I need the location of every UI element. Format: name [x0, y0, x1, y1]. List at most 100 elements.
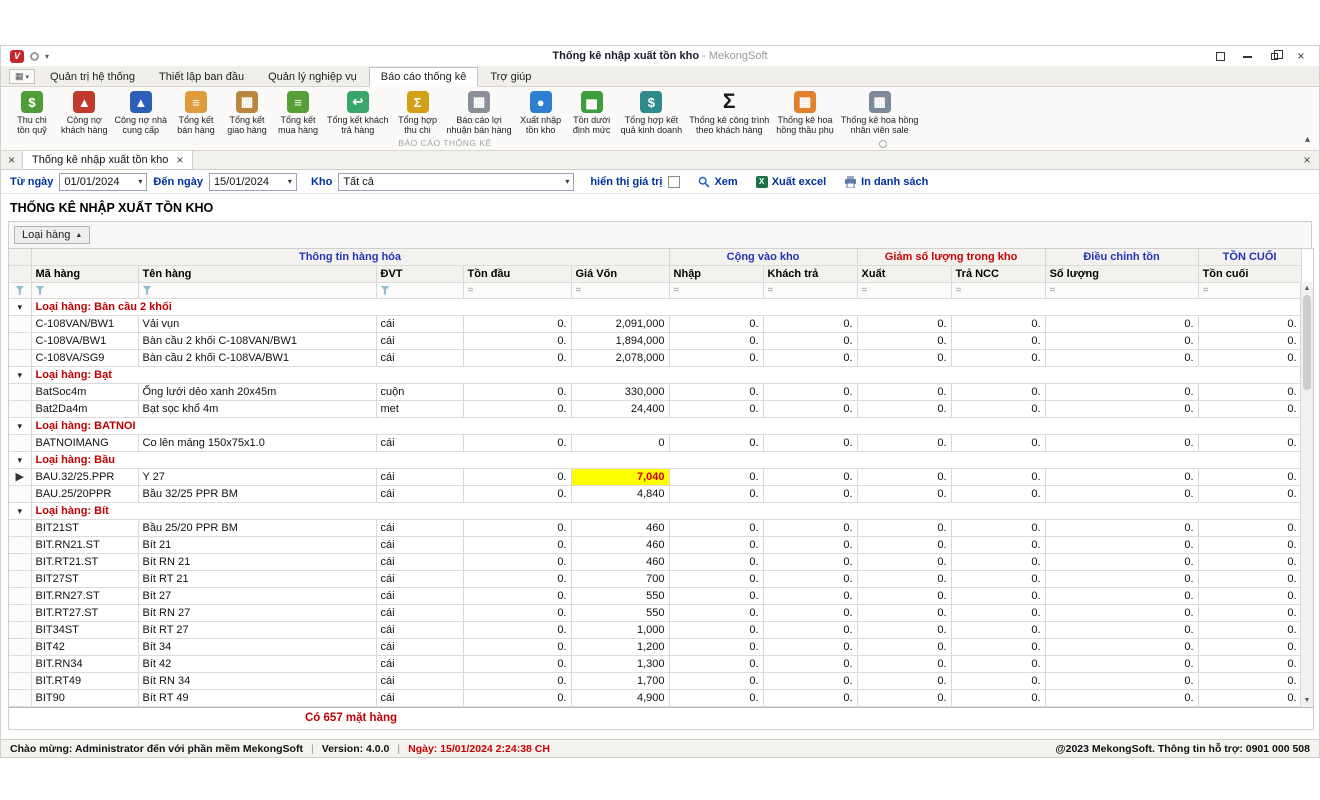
cell-unit[interactable]: cái [376, 434, 463, 451]
cell-name[interactable]: Bàn cầu 2 khối C-108VA/BW1 [138, 349, 376, 366]
cell-so_luong[interactable]: 0. [1045, 400, 1198, 417]
cell-tra_ncc[interactable]: 0. [951, 434, 1045, 451]
cell-xuat[interactable]: 0. [857, 587, 951, 604]
cell-ton_dau[interactable]: 0. [463, 638, 571, 655]
cell-code[interactable]: C-108VAN/BW1 [31, 315, 138, 332]
cell-nhap[interactable]: 0. [669, 400, 763, 417]
cell-ton_dau[interactable]: 0. [463, 315, 571, 332]
cell-so_luong[interactable]: 0. [1045, 621, 1198, 638]
cell-name[interactable]: Y 27 [138, 468, 376, 485]
cell-so_luong[interactable]: 0. [1045, 689, 1198, 706]
tabbar-close-icon[interactable]: × [1295, 151, 1319, 169]
cell-ton_cuoi[interactable]: 0. [1198, 536, 1301, 553]
cell-khach_tra[interactable]: 0. [763, 332, 857, 349]
cell-unit[interactable]: cái [376, 485, 463, 502]
cell-xuat[interactable]: 0. [857, 672, 951, 689]
cell-tra_ncc[interactable]: 0. [951, 672, 1045, 689]
ribbon-tab-4[interactable]: Báo cáo thống kê [369, 67, 479, 87]
cell-ton_dau[interactable]: 0. [463, 672, 571, 689]
cell-nhap[interactable]: 0. [669, 604, 763, 621]
cell-gia_von[interactable]: 2,091,000 [571, 315, 669, 332]
close-button[interactable]: × [1295, 50, 1307, 62]
cell-ton_dau[interactable]: 0. [463, 570, 571, 587]
cell-code[interactable]: BIT27ST [31, 570, 138, 587]
group-row[interactable]: ▾Loại hàng: Bầu [9, 451, 1301, 468]
cell-unit[interactable]: cái [376, 332, 463, 349]
cell-tra_ncc[interactable]: 0. [951, 655, 1045, 672]
cell-khach_tra[interactable]: 0. [763, 604, 857, 621]
cell-tra_ncc[interactable]: 0. [951, 553, 1045, 570]
cell-so_luong[interactable]: 0. [1045, 553, 1198, 570]
cell-so_luong[interactable]: 0. [1045, 570, 1198, 587]
print-button[interactable]: In danh sách [844, 176, 928, 188]
cell-nhap[interactable]: 0. [669, 383, 763, 400]
cell-unit[interactable]: met [376, 400, 463, 417]
ribbon-button[interactable]: ↩Tổng kết khách trả hàng [324, 90, 392, 137]
cell-ton_dau[interactable]: 0. [463, 519, 571, 536]
cell-ton_dau[interactable]: 0. [463, 536, 571, 553]
column-header-code[interactable]: Mã hàng [31, 265, 138, 282]
cell-unit[interactable]: cái [376, 536, 463, 553]
cell-ton_cuoi[interactable]: 0. [1198, 315, 1301, 332]
cell-khach_tra[interactable]: 0. [763, 400, 857, 417]
cell-khach_tra[interactable]: 0. [763, 349, 857, 366]
filter-cell-ton_dau[interactable]: = [463, 282, 571, 298]
cell-name[interactable]: Vải vụn [138, 315, 376, 332]
export-excel-button[interactable]: X Xuất excel [756, 176, 826, 188]
filter-cell-gia_von[interactable]: = [571, 282, 669, 298]
cell-name[interactable]: Ống lưới dẻo xanh 20x45m [138, 383, 376, 400]
cell-ton_cuoi[interactable]: 0. [1198, 553, 1301, 570]
cell-ton_dau[interactable]: 0. [463, 332, 571, 349]
cell-name[interactable]: Bầu 32/25 PPR BM [138, 485, 376, 502]
cell-xuat[interactable]: 0. [857, 400, 951, 417]
cell-xuat[interactable]: 0. [857, 638, 951, 655]
cell-so_luong[interactable]: 0. [1045, 519, 1198, 536]
collapse-icon[interactable]: ▾ [17, 506, 22, 516]
cell-nhap[interactable]: 0. [669, 638, 763, 655]
cell-ton_cuoi[interactable]: 0. [1198, 468, 1301, 485]
cell-ton_dau[interactable]: 0. [463, 553, 571, 570]
cell-gia_von[interactable]: 1,200 [571, 638, 669, 655]
cell-ton_dau[interactable]: 0. [463, 400, 571, 417]
cell-khach_tra[interactable]: 0. [763, 553, 857, 570]
cell-gia_von[interactable]: 330,000 [571, 383, 669, 400]
cell-code[interactable]: BIT.RT27.ST [31, 604, 138, 621]
cell-code[interactable]: BIT90 [31, 689, 138, 706]
cell-khach_tra[interactable]: 0. [763, 638, 857, 655]
ribbon-button[interactable]: ΣThống kê công trình theo khách hàng [686, 90, 772, 137]
cell-unit[interactable]: cái [376, 655, 463, 672]
cell-unit[interactable]: cái [376, 570, 463, 587]
cell-code[interactable]: BAU.25/20PPR [31, 485, 138, 502]
cell-khach_tra[interactable]: 0. [763, 519, 857, 536]
ribbon-tab-1[interactable]: Quản trị hệ thống [38, 67, 147, 86]
cell-xuat[interactable]: 0. [857, 621, 951, 638]
fullscreen-button[interactable] [1214, 50, 1226, 62]
cell-khach_tra[interactable]: 0. [763, 468, 857, 485]
cell-so_luong[interactable]: 0. [1045, 672, 1198, 689]
table-row[interactable]: BIT.RN21.STBít 21cái0.4600.0.0.0.0.0. [9, 536, 1301, 553]
cell-ton_cuoi[interactable]: 0. [1198, 672, 1301, 689]
cell-name[interactable]: Bít RN 34 [138, 672, 376, 689]
cell-name[interactable]: Bạt sọc khổ 4m [138, 400, 376, 417]
cell-nhap[interactable]: 0. [669, 587, 763, 604]
table-row[interactable]: C-108VA/SG9Bàn cầu 2 khối C-108VA/BW1cái… [9, 349, 1301, 366]
cell-khach_tra[interactable]: 0. [763, 434, 857, 451]
cell-name[interactable]: Bít RT 49 [138, 689, 376, 706]
ribbon-tab-5[interactable]: Trợ giúp [478, 67, 543, 86]
ribbon-button[interactable]: $Tổng hợp kết quả kinh doanh [618, 90, 686, 137]
cell-nhap[interactable]: 0. [669, 621, 763, 638]
cell-khach_tra[interactable]: 0. [763, 587, 857, 604]
cell-khach_tra[interactable]: 0. [763, 689, 857, 706]
table-row[interactable]: BIT.RN27.STBít 27cái0.5500.0.0.0.0.0. [9, 587, 1301, 604]
cell-ton_cuoi[interactable]: 0. [1198, 570, 1301, 587]
filter-cell-ton_cuoi[interactable]: = [1198, 282, 1301, 298]
scrollbar-track[interactable] [1301, 294, 1313, 695]
cell-khach_tra[interactable]: 0. [763, 485, 857, 502]
group-row[interactable]: ▾Loại hàng: Bạt [9, 366, 1301, 383]
cell-tra_ncc[interactable]: 0. [951, 383, 1045, 400]
table-row[interactable]: BIT.RT49Bít RN 34cái0.1,7000.0.0.0.0.0. [9, 672, 1301, 689]
dialog-launcher-icon[interactable] [879, 140, 887, 148]
cell-nhap[interactable]: 0. [669, 485, 763, 502]
cell-unit[interactable]: cái [376, 587, 463, 604]
document-tab-close-icon[interactable]: × [176, 153, 183, 167]
